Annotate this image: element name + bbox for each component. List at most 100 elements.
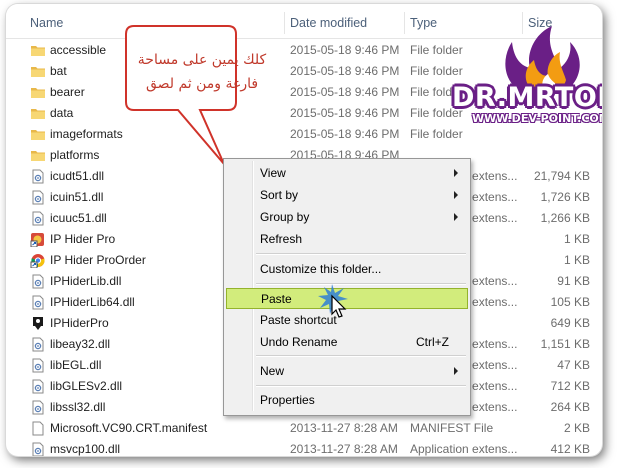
manifest-file-icon <box>30 421 46 436</box>
watermark-brand: DR.MRTON <box>452 82 602 113</box>
file-name: accessible <box>50 43 107 57</box>
folder-icon <box>30 85 46 100</box>
file-type: Application extens... <box>410 442 518 456</box>
file-date-modified: 2013-11-27 8:28 AM <box>290 421 398 435</box>
menu-item-group-by[interactable]: Group by <box>226 207 468 227</box>
menu-item-label: View <box>260 166 286 180</box>
menu-item-label: Paste <box>261 292 292 306</box>
menu-item-sort-by[interactable]: Sort by <box>226 185 468 205</box>
file-type: File folder <box>410 127 463 141</box>
menu-item-undo-rename[interactable]: Undo Rename Ctrl+Z <box>226 332 468 352</box>
menu-item-label: Properties <box>260 393 315 407</box>
file-size: 1,266 KB <box>540 211 590 225</box>
file-size: 91 KB <box>557 274 590 288</box>
file-size: 712 KB <box>550 379 590 393</box>
callout-line: فارغة ومن ثم لصق <box>145 76 259 92</box>
file-name: icuuc51.dll <box>50 211 107 225</box>
file-name: libssl32.dll <box>50 400 106 414</box>
file-name: IPHiderLib.dll <box>50 274 122 288</box>
dll-file-icon <box>30 169 46 184</box>
file-row[interactable]: Microsoft.VC90.CRT.manifest 2013-11-27 8:… <box>6 418 602 439</box>
file-date-modified: 2015-05-18 9:46 PM <box>290 43 400 57</box>
column-date-modified[interactable]: Date modified <box>290 16 367 30</box>
file-name: IPHiderLib64.dll <box>50 295 135 309</box>
callout-bubble <box>125 25 237 165</box>
file-size: 1 KB <box>563 253 590 267</box>
folder-icon <box>30 148 46 163</box>
file-name: bat <box>50 64 67 78</box>
file-date-modified: 2015-05-18 9:46 PM <box>290 85 400 99</box>
dll-file-icon <box>30 211 46 226</box>
file-size: 21,794 KB <box>533 169 590 183</box>
file-size: 1,726 KB <box>540 190 590 204</box>
file-size: 2 KB <box>563 421 590 435</box>
file-size: 649 KB <box>550 316 590 330</box>
folder-icon <box>30 106 46 121</box>
file-name: Microsoft.VC90.CRT.manifest <box>50 421 208 435</box>
chrome-shortcut-icon <box>30 253 46 269</box>
watermark-url: WWW.DEV-POINT.COM <box>472 112 602 125</box>
menu-item-label: Refresh <box>260 232 303 246</box>
shortcut-icon <box>30 232 46 248</box>
menu-item-label: Undo Rename <box>260 335 338 349</box>
file-size: 412 KB <box>550 442 590 456</box>
file-date-modified: 2013-11-27 8:28 AM <box>290 442 398 456</box>
file-name: libGLESv2.dll <box>50 379 123 393</box>
file-name: IP Hider Pro <box>50 232 116 246</box>
file-name: icuin51.dll <box>50 190 104 204</box>
menu-item-view[interactable]: View <box>226 163 468 183</box>
column-type[interactable]: Type <box>410 16 437 30</box>
callout-line: كلك يمين على مساحة <box>137 52 267 68</box>
dll-file-icon <box>30 442 46 456</box>
dll-file-icon <box>30 358 46 373</box>
menu-separator <box>256 355 466 357</box>
file-date-modified: 2015-05-18 9:46 PM <box>290 106 400 120</box>
file-date-modified: 2015-05-18 9:46 PM <box>290 64 400 78</box>
submenu-arrow-icon <box>454 169 458 177</box>
callout-text: كلك يمين على مساحة فارغة ومن ثم لصق <box>132 48 272 96</box>
file-size: 264 KB <box>550 400 590 414</box>
file-date-modified: 2015-05-18 9:46 PM <box>290 127 400 141</box>
menu-item-properties[interactable]: Properties <box>226 390 468 410</box>
column-divider[interactable] <box>404 12 405 34</box>
menu-item-label: Group by <box>260 210 310 224</box>
file-name: libeay32.dll <box>50 337 111 351</box>
column-name[interactable]: Name <box>30 16 63 30</box>
submenu-arrow-icon <box>454 191 458 199</box>
file-name: data <box>50 106 74 120</box>
menu-item-label: New <box>260 364 285 378</box>
file-type: File folder <box>410 43 463 57</box>
file-name: platforms <box>50 148 100 162</box>
menu-separator <box>256 253 466 255</box>
file-name: imageformats <box>50 127 123 141</box>
menu-item-refresh[interactable]: Refresh <box>226 229 468 249</box>
file-size: 105 KB <box>550 295 590 309</box>
menu-item-label: Sort by <box>260 188 299 202</box>
application-icon <box>30 316 46 331</box>
dll-file-icon <box>30 400 46 415</box>
menu-separator <box>256 283 466 285</box>
folder-icon <box>30 64 46 79</box>
explorer-window: Name Date modified Type Size accessible 2… <box>6 4 602 456</box>
file-type: File folder <box>410 64 463 78</box>
folder-icon <box>30 43 46 58</box>
menu-separator <box>256 385 466 387</box>
keyboard-shortcut: Ctrl+Z <box>416 335 449 349</box>
file-row[interactable]: msvcp100.dll 2013-11-27 8:28 AM Applicatio… <box>6 439 602 456</box>
file-name: IPHiderPro <box>50 316 109 330</box>
menu-item-new[interactable]: New <box>226 361 468 381</box>
dll-file-icon <box>30 295 46 310</box>
file-name: IP Hider ProOrder <box>50 253 146 267</box>
dll-file-icon <box>30 379 46 394</box>
file-size: 1,151 KB <box>540 337 590 351</box>
folder-icon <box>30 127 46 142</box>
mouse-cursor-icon <box>318 284 348 318</box>
submenu-arrow-icon <box>454 213 458 221</box>
file-size: 47 KB <box>557 358 590 372</box>
submenu-arrow-icon <box>454 367 458 375</box>
file-name: libEGL.dll <box>50 358 102 372</box>
file-size: 1 KB <box>563 232 590 246</box>
column-divider[interactable] <box>284 12 285 34</box>
file-name: icudt51.dll <box>50 169 105 183</box>
menu-item-customize-folder[interactable]: Customize this folder... <box>226 259 468 279</box>
